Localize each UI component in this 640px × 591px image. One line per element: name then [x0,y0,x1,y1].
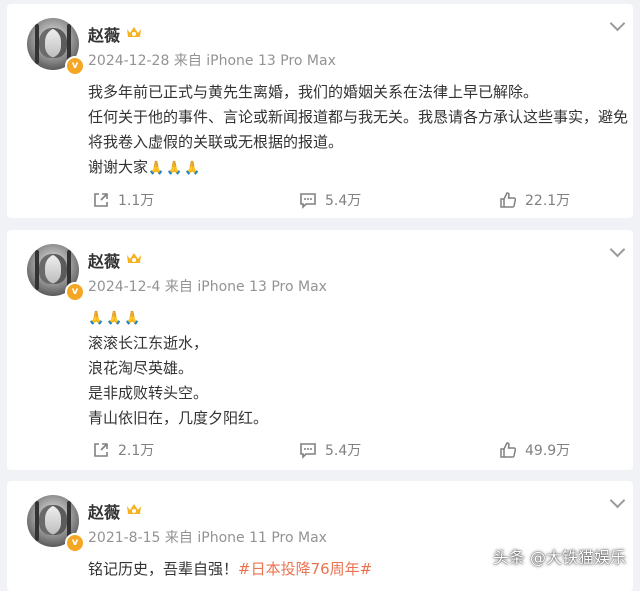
post-line: 谢谢大家🙏🙏🙏 [88,155,628,181]
post-line: 铭记历史，吾辈自强！#日本投降76周年# [88,557,372,582]
post-card: v 赵薇 2021-8-15 来自 iPhone 11 Pro Max 铭记历史… [7,481,633,591]
post-text: 🙏🙏🙏 滚滚长江东逝水， 浪花淘尽英雄。 是非成败转头空。 青山依旧在，几度夕阳… [88,306,268,431]
member-crown-icon [127,27,141,37]
post-date[interactable]: 2024-12-4 [88,279,160,295]
member-crown-icon [127,504,141,514]
verified-badge-icon: v [65,56,85,76]
post-date[interactable]: 2024-12-28 [88,53,169,69]
post-line: 任何关于他的事件、言论或新闻报道都与我无关。我恳请各方承认这些事实，避免 [88,108,629,126]
chevron-down-icon[interactable] [609,15,626,32]
post-card: v 赵薇 2024-12-28 来自 iPhone 13 Pro Max 我多年… [7,4,633,218]
post-meta: 2024-12-4 来自 iPhone 13 Pro Max [88,276,327,296]
action-bar: 2.1万 5.4万 49.9万 [7,440,633,462]
repost-count: 2.1万 [118,443,155,459]
post-line: 浪花淘尽英雄。 [88,359,194,377]
like-count: 49.9万 [525,443,571,459]
post-line: 是非成败转头空。 [88,384,209,402]
like-button[interactable]: 22.1万 [499,190,570,210]
comment-icon [300,193,316,209]
repost-count: 1.1万 [118,193,155,209]
hashtag-link[interactable]: #日本投降76周年# [238,560,372,578]
comment-icon [300,443,316,459]
verified-badge-icon: v [65,533,85,553]
chevron-down-icon[interactable] [609,241,626,258]
post-line-text: 谢谢大家 [88,158,149,176]
comment-count: 5.4万 [325,443,362,459]
post-line: 将我卷入虚假的关联或无根据的报道。 [88,133,344,151]
post-meta: 2021-8-15 来自 iPhone 11 Pro Max [88,527,327,547]
avatar-face [39,28,67,58]
post-line-text: 铭记历史，吾辈自强！ [88,560,239,578]
avatar-face [39,505,67,535]
author-name[interactable]: 赵薇 [88,248,120,272]
like-count: 22.1万 [525,193,571,209]
post-date[interactable]: 2021-8-15 [88,530,160,546]
thumbs-up-icon [500,442,517,458]
author-name[interactable]: 赵薇 [88,499,120,523]
praying-hands-icon: 🙏🙏🙏 [148,161,203,176]
member-crown-icon [127,253,141,263]
praying-hands-icon: 🙏🙏🙏 [88,311,143,326]
post-card: v 赵薇 2024-12-4 来自 iPhone 13 Pro Max 🙏🙏🙏 … [7,230,633,470]
like-button[interactable]: 49.9万 [499,440,570,460]
repost-button[interactable]: 1.1万 [92,190,154,210]
comment-button[interactable]: 5.4万 [299,440,361,460]
avatar-face [39,254,67,284]
post-line: 我多年前已正式与黄先生离婚，我们的婚姻关系在法律上早已解除。 [88,83,539,101]
share-icon [94,443,108,457]
post-source: 来自 iPhone 13 Pro Max [164,279,327,295]
post-meta: 2024-12-28 来自 iPhone 13 Pro Max [88,50,336,70]
verified-badge-icon: v [65,282,85,302]
author-name[interactable]: 赵薇 [88,22,120,46]
action-bar: 1.1万 5.4万 22.1万 [7,190,633,212]
post-text: 我多年前已正式与黄先生离婚，我们的婚姻关系在法律上早已解除。 任何关于他的事件、… [88,80,628,181]
chevron-down-icon[interactable] [609,492,626,509]
comment-count: 5.4万 [325,193,362,209]
post-line: 滚滚长江东逝水， [88,334,209,352]
post-source: 来自 iPhone 13 Pro Max [173,53,336,69]
thumbs-up-icon [500,192,517,208]
post-source: 来自 iPhone 11 Pro Max [164,530,327,546]
comment-button[interactable]: 5.4万 [299,190,361,210]
post-line: 青山依旧在，几度夕阳红。 [88,409,269,427]
post-text: 铭记历史，吾辈自强！#日本投降76周年# [88,557,372,582]
watermark: 头条 @大铁猫娱乐 [492,548,626,567]
repost-button[interactable]: 2.1万 [92,440,154,460]
share-icon [94,193,108,207]
